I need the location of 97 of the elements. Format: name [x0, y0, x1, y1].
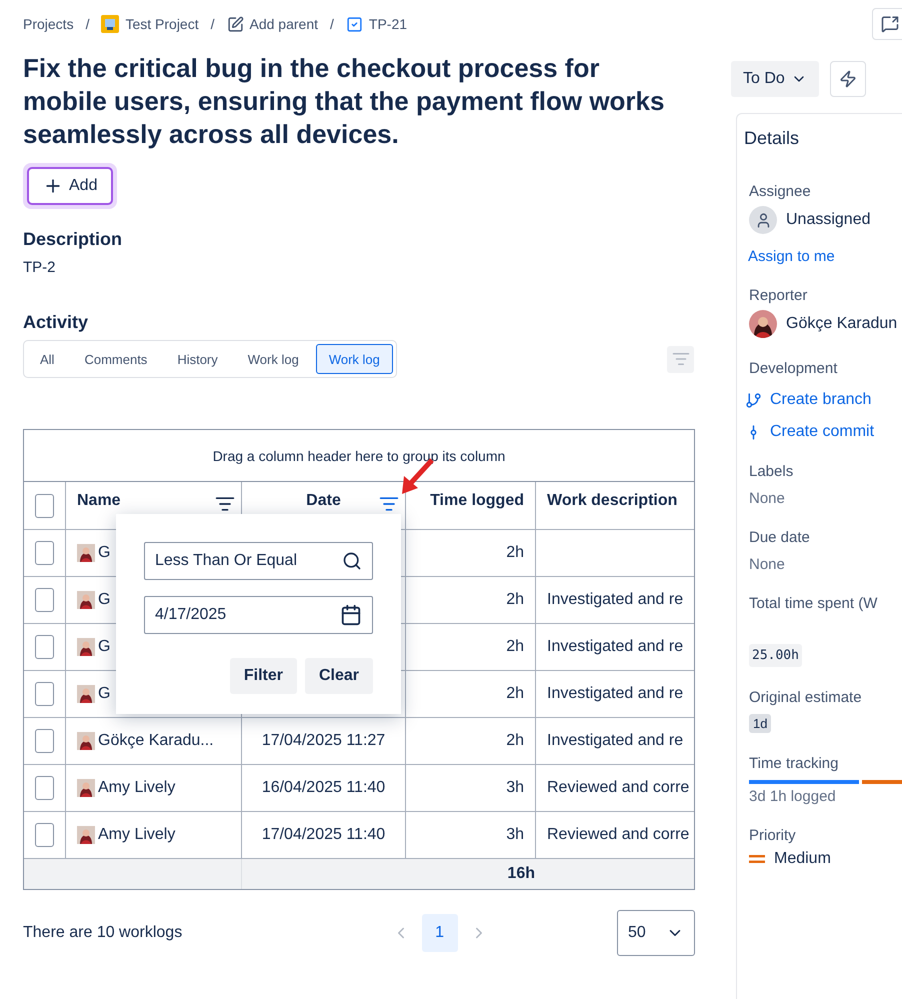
- section-heading: Description: [23, 229, 124, 250]
- table-cell: G: [98, 544, 110, 562]
- sort-icon: [672, 350, 690, 368]
- table-cell: 16/04/2025 11:40: [262, 779, 386, 797]
- total-time: 16h: [507, 865, 535, 883]
- breadcrumb-link[interactable]: TP-21: [346, 16, 408, 32]
- calendar-icon: [340, 604, 362, 626]
- table-cell: G: [98, 591, 110, 609]
- search-icon: [342, 551, 362, 571]
- checkbox[interactable]: [35, 588, 54, 612]
- activity-tab[interactable]: Work log: [316, 344, 393, 374]
- sort-button[interactable]: [667, 346, 694, 372]
- table-cell: Amy Lively: [98, 779, 176, 797]
- table-cell: Reviewed and corre: [547, 826, 690, 844]
- table-cell: Reviewed and corre: [547, 779, 690, 797]
- table-cell: 3h: [506, 826, 524, 844]
- field-value: None: [749, 556, 786, 573]
- field-label: Original estimate: [749, 689, 863, 706]
- lightning-icon: [838, 70, 857, 88]
- page-size-select[interactable]: 50: [617, 910, 695, 956]
- checkbox[interactable]: [35, 776, 54, 800]
- development-link[interactable]: Create commit: [745, 423, 902, 441]
- development-link[interactable]: Create branch: [745, 391, 902, 409]
- field-value: Gökçe Karadun: [786, 315, 898, 333]
- breadcrumb-separator: /: [210, 16, 214, 32]
- field-value: None: [749, 490, 786, 507]
- field-value: 25.00h: [749, 644, 802, 667]
- estimate-tag: 1d: [749, 714, 772, 733]
- status-button[interactable]: To Do: [731, 61, 819, 97]
- checkbox[interactable]: [35, 541, 54, 565]
- breadcrumb-separator: /: [330, 16, 334, 32]
- field-value: Unassigned: [786, 211, 870, 229]
- table-cell: Investigated and re: [547, 591, 684, 609]
- checkbox-icon: [346, 16, 363, 32]
- automation-button[interactable]: [830, 61, 866, 97]
- column-header[interactable]: Date: [306, 492, 341, 510]
- activity-tab[interactable]: Work log: [234, 344, 312, 374]
- activity-tab[interactable]: History: [164, 344, 231, 374]
- column-header[interactable]: Time logged: [430, 492, 524, 510]
- checkbox[interactable]: [35, 682, 54, 706]
- details-heading: Details: [744, 128, 800, 149]
- table-cell: 3h: [506, 779, 524, 797]
- field-label: Total time spent (W: [749, 595, 878, 612]
- table-cell: Amy Lively: [98, 826, 176, 844]
- breadcrumb-separator: /: [86, 16, 90, 32]
- branch-icon: [745, 392, 762, 408]
- column-header[interactable]: Name: [77, 492, 121, 510]
- column-header[interactable]: Work description: [547, 492, 678, 510]
- breadcrumb-link[interactable]: Test Project: [101, 15, 199, 33]
- share-button[interactable]: [872, 8, 902, 40]
- field-label: Assignee: [749, 183, 812, 200]
- breadcrumb-link[interactable]: Projects: [23, 16, 74, 32]
- group-hint: Drag a column header here to group its column: [24, 430, 694, 482]
- field-label: Development: [749, 360, 838, 377]
- popup-button[interactable]: Filter: [230, 658, 297, 694]
- operator-field[interactable]: Less Than Or Equal: [144, 542, 373, 580]
- priority-icon: [749, 854, 765, 864]
- breadcrumb-link[interactable]: Add parent: [226, 16, 318, 32]
- activity-tab[interactable]: All: [27, 344, 68, 374]
- project-icon: [101, 15, 120, 33]
- issue-title: Fix the critical bug in the checkout process for mobile users, ensuring that the payment flow works seamlessly across all devices.: [23, 52, 666, 151]
- section-heading: Activity: [23, 312, 90, 333]
- user-icon: [749, 206, 777, 234]
- table-cell: Investigated and re: [547, 732, 684, 750]
- table-cell: G: [98, 685, 110, 703]
- table-cell: 2h: [506, 544, 524, 562]
- page-button[interactable]: 1: [422, 914, 458, 952]
- table-cell: 17/04/2025 11:40: [262, 826, 386, 844]
- add-button[interactable]: Add: [27, 167, 114, 205]
- worklog-count: There are 10 worklogs: [23, 924, 182, 942]
- table-cell: G: [98, 638, 110, 656]
- activity-tab[interactable]: Comments: [71, 344, 160, 374]
- popup-button[interactable]: Clear: [304, 658, 373, 694]
- table-cell: Investigated and re: [547, 685, 684, 703]
- table-cell: Gökçe Karadu...: [98, 732, 214, 750]
- table-cell: 2h: [506, 638, 524, 656]
- table-cell: 17/04/2025 11:27: [262, 732, 386, 750]
- checkbox[interactable]: [35, 823, 54, 847]
- field-label: Priority: [749, 827, 797, 844]
- field-value: 3d 1h logged: [749, 788, 837, 805]
- checkbox[interactable]: [35, 635, 54, 659]
- table-cell: 2h: [506, 591, 524, 609]
- field-value: Medium: [774, 850, 831, 868]
- message-share-icon: [881, 15, 899, 33]
- field-label: Due date: [749, 529, 811, 546]
- checkbox[interactable]: [35, 729, 54, 753]
- table-cell: 2h: [506, 732, 524, 750]
- table-cell: 2h: [506, 685, 524, 703]
- date-field[interactable]: 4/17/2025: [144, 596, 373, 634]
- table-cell: Investigated and re: [547, 638, 684, 656]
- description-text: TP-2: [23, 259, 57, 276]
- edit-icon: [226, 16, 244, 32]
- checkbox[interactable]: [35, 494, 54, 518]
- assign-link[interactable]: Assign to me: [748, 248, 902, 265]
- field-label: Time tracking: [749, 755, 840, 772]
- field-label: Labels: [749, 463, 794, 480]
- field-label: Reporter: [749, 287, 808, 304]
